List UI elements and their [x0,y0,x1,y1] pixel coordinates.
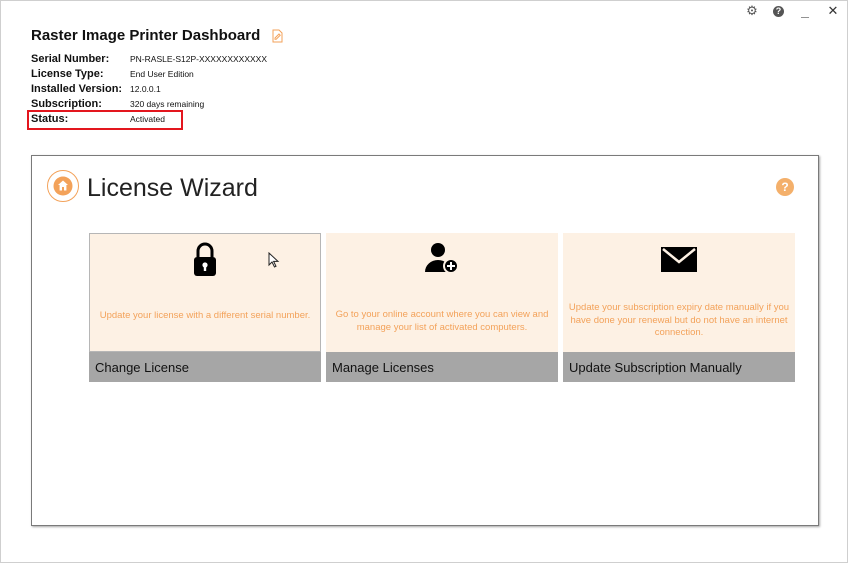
lock-icon [185,242,225,278]
status-highlight-box [27,110,183,130]
tile-description: Go to your online account where you can … [335,309,549,333]
mouse-cursor-icon [268,251,280,273]
minimize-button[interactable]: _ [798,4,812,18]
home-button[interactable] [47,170,79,202]
wizard-title: License Wizard [87,174,258,202]
license-type-value: End User Edition [130,68,194,79]
tile-description: Update your license with a different ser… [99,310,311,321]
wizard-tiles: Update your license with a different ser… [89,233,795,382]
home-icon [53,176,73,196]
tile-label: Manage Licenses [326,352,558,382]
settings-gear-icon[interactable]: ⚙ [745,3,759,18]
info-label: License Type: [31,67,104,80]
close-button[interactable]: ✕ [826,3,840,18]
change-license-tile[interactable]: Update your license with a different ser… [89,233,321,382]
serial-number-value: PN-RASLE-S12P-XXXXXXXXXXXX [130,53,268,64]
info-label: Subscription: [31,97,102,110]
license-wizard-panel: License Wizard ? Update your license wit… [31,155,819,526]
subscription-value: 320 days remaining [130,98,205,109]
subscription-row: Subscription: 320 days remaining [31,96,284,111]
tile-body: Update your subscription expiry date man… [563,233,795,352]
installed-version-value: 12.0.0.1 [130,83,161,94]
help-icon[interactable]: ? [773,5,784,17]
tile-body: Update your license with a different ser… [89,233,321,352]
serial-number-row: Serial Number: PN-RASLE-S12P-XXXXXXXXXXX… [31,51,284,66]
update-subscription-tile[interactable]: Update your subscription expiry date man… [563,233,795,382]
manage-licenses-tile[interactable]: Go to your online account where you can … [326,233,558,382]
tile-label: Change License [89,352,321,382]
add-user-icon [422,241,462,277]
info-label: Serial Number: [31,52,110,65]
tile-description: Update your subscription expiry date man… [568,302,790,338]
tile-label: Update Subscription Manually [563,352,795,382]
page-title: Raster Image Printer Dashboard [31,27,261,44]
edit-document-icon[interactable] [270,29,284,43]
info-label: Installed Version: [31,82,123,95]
wizard-help-icon[interactable]: ? [776,178,794,196]
envelope-icon [659,241,699,277]
installed-version-row: Installed Version: 12.0.0.1 [31,81,284,96]
window-controls: ⚙ ? _ ✕ [745,3,840,18]
tile-body: Go to your online account where you can … [326,233,558,352]
license-type-row: License Type: End User Edition [31,66,284,81]
